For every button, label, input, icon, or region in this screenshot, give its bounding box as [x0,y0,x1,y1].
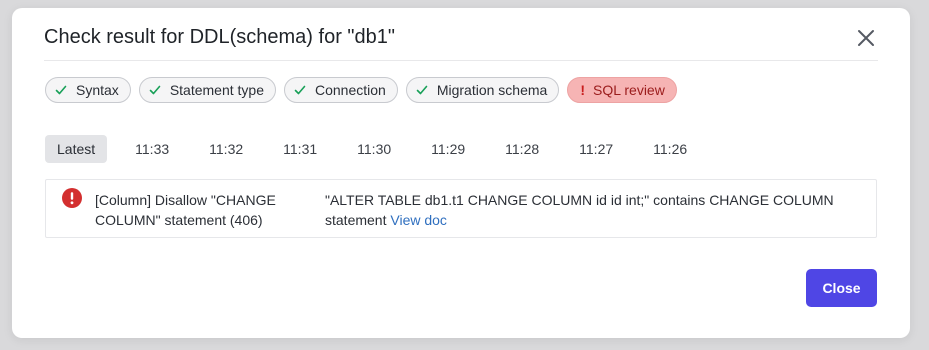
chip-migration-schema[interactable]: Migration schema [405,77,560,103]
chip-label: Syntax [76,82,119,98]
check-history-timeline: Latest 11:33 11:32 11:31 11:30 11:29 11:… [45,135,715,163]
timeline-item[interactable]: 11:33 [123,135,181,163]
timeline-item[interactable]: 11:26 [641,135,699,163]
modal-title: Check result for DDL(schema) for "db1" [44,26,395,48]
chip-label: Statement type [169,82,264,98]
check-result-modal: Check result for DDL(schema) for "db1" S… [12,8,910,338]
timeline-item[interactable]: 11:27 [567,135,625,163]
check-icon [55,85,67,95]
check-icon [149,85,161,95]
timeline-item[interactable]: 11:31 [271,135,329,163]
timeline-item-latest[interactable]: Latest [45,135,108,163]
exclamation-icon: ! [580,82,585,98]
header-divider [44,60,878,61]
check-result-row: [Column] Disallow "CHANGE COLUMN" statem… [45,179,877,238]
close-button[interactable]: Close [806,269,877,307]
timeline-item[interactable]: 11:30 [345,135,403,163]
chip-connection[interactable]: Connection [283,77,398,103]
chip-syntax[interactable]: Syntax [45,77,131,103]
timeline-item[interactable]: 11:32 [197,135,255,163]
timeline-item[interactable]: 11:29 [419,135,477,163]
view-doc-link[interactable]: View doc [390,212,447,228]
check-chips: Syntax Statement type Connection Migrati… [45,77,677,103]
chip-sql-review[interactable]: ! SQL review [567,77,677,103]
close-icon[interactable] [854,26,878,50]
chip-label: Connection [314,82,386,98]
check-icon [416,85,428,95]
chip-statement-type[interactable]: Statement type [138,77,276,103]
timeline-item[interactable]: 11:28 [493,135,551,163]
chip-label: Migration schema [436,82,548,98]
check-icon [294,85,306,95]
error-circle-icon [62,188,82,208]
rule-title: [Column] Disallow "CHANGE COLUMN" statem… [95,192,276,228]
chip-label: SQL review [592,82,665,98]
rule-content: "ALTER TABLE db1.t1 CHANGE COLUMN id id … [325,190,865,230]
